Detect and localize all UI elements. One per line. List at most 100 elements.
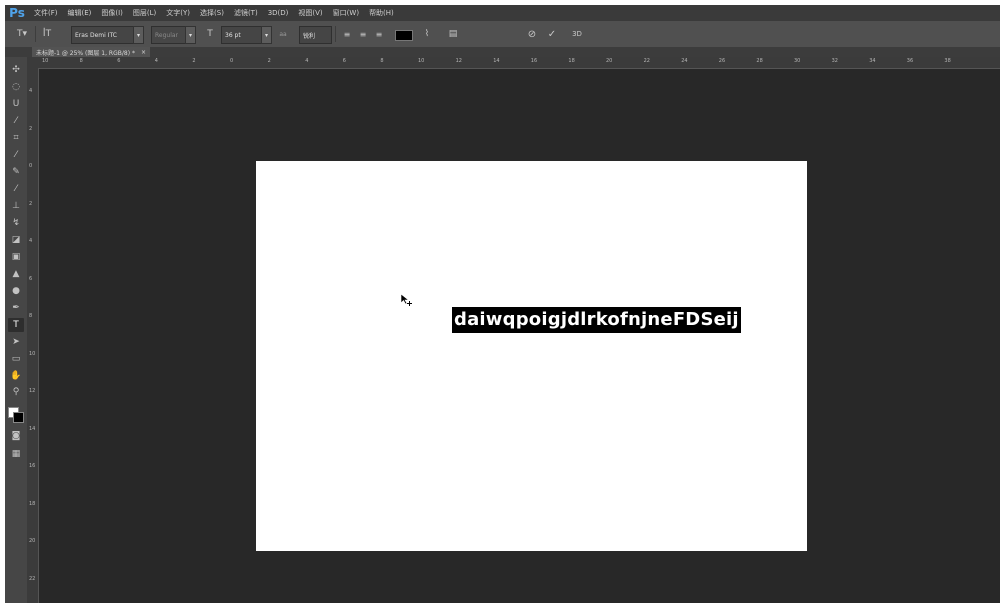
ruler-tick-label: 16 bbox=[530, 58, 538, 64]
font-style-field[interactable]: Regular bbox=[151, 26, 186, 44]
ruler-tick-label: 4 bbox=[305, 58, 309, 64]
gradient-tool-icon[interactable]: ▣ bbox=[8, 250, 24, 264]
ruler-tick-label: 16 bbox=[29, 463, 36, 469]
character-panel-icon[interactable]: ▤ bbox=[447, 26, 459, 42]
ruler-tick-label: 2 bbox=[267, 58, 271, 64]
ruler-tick-label: 12 bbox=[29, 388, 36, 394]
ruler-tick-label: 34 bbox=[869, 58, 876, 64]
marquee-tool-icon[interactable]: ◌ bbox=[8, 80, 24, 94]
ruler-tick-label: 24 bbox=[681, 58, 688, 64]
align-center-icon[interactable]: ≡ bbox=[357, 26, 369, 42]
ruler-tick-label: 8 bbox=[79, 58, 83, 64]
tools-panel: ✣ ◌ ᑌ ⁄ ⌗ ⁄ ✎ ⁄ ⊥ ↯ ◪ ▣ ▲ ● ✒ T ➤ ▭ ✋ ⚲ … bbox=[5, 57, 28, 603]
ruler-tick-label: 38 bbox=[944, 58, 951, 64]
align-right-icon[interactable]: ≡ bbox=[373, 26, 385, 42]
align-left-icon[interactable]: ≡ bbox=[341, 26, 353, 42]
document-tab-row: 未标题-1 @ 25% (图层 1, RGB/8) * × bbox=[5, 47, 1000, 57]
ruler-tick-label: 6 bbox=[29, 275, 33, 282]
ruler-tick-label: 0 bbox=[230, 58, 234, 64]
healing-brush-tool-icon[interactable]: ✎ bbox=[8, 165, 24, 179]
shape-tool-icon[interactable]: ▭ bbox=[8, 352, 24, 366]
crop-tool-icon[interactable]: ⌗ bbox=[8, 131, 24, 145]
menu-bar: Ps 文件(F) 编辑(E) 图像(I) 图层(L) 文字(Y) 选择(S) 滤… bbox=[5, 5, 1000, 21]
screen-mode-icon[interactable]: ▦ bbox=[8, 447, 24, 461]
ruler-tick-label: 8 bbox=[29, 313, 33, 319]
close-icon[interactable]: × bbox=[141, 49, 146, 56]
ruler-tick-label: 0 bbox=[29, 163, 33, 169]
menu-edit[interactable]: 编辑(E) bbox=[68, 8, 92, 18]
ruler-tick-label: 8 bbox=[380, 58, 384, 64]
ruler-tick-label: 10 bbox=[29, 350, 36, 357]
font-size-field[interactable]: 36 pt bbox=[221, 26, 262, 44]
zoom-tool-icon[interactable]: ⚲ bbox=[8, 385, 24, 399]
hand-tool-icon[interactable]: ✋ bbox=[8, 369, 24, 383]
ruler-origin[interactable] bbox=[27, 57, 38, 68]
ruler-tick-label: 2 bbox=[29, 125, 33, 132]
menu-file[interactable]: 文件(F) bbox=[34, 8, 58, 18]
menu-filter[interactable]: 滤镜(T) bbox=[234, 8, 258, 18]
clone-stamp-tool-icon[interactable]: ⊥ bbox=[8, 199, 24, 213]
ruler-tick-label: 20 bbox=[606, 58, 613, 64]
menu-window[interactable]: 窗口(W) bbox=[333, 8, 359, 18]
blur-tool-icon[interactable]: ▲ bbox=[8, 267, 24, 281]
ruler-tick-label: 10 bbox=[418, 58, 425, 64]
3d-button[interactable]: 3D bbox=[569, 26, 585, 42]
eyedropper-tool-icon[interactable]: ⁄ bbox=[8, 148, 24, 162]
font-style-dropdown-icon[interactable]: ▾ bbox=[185, 26, 196, 44]
lasso-tool-icon[interactable]: ᑌ bbox=[8, 97, 24, 111]
menu-layer[interactable]: 图层(L) bbox=[133, 8, 156, 18]
horizontal-ruler[interactable]: 10 8 6 4 2 0 2 4 6 8 10 12 14 16 18 20 22 24 26 28 30 32 34 36 3… bbox=[38, 57, 1000, 69]
quick-mask-icon[interactable]: ◙ bbox=[8, 429, 24, 443]
warp-text-icon[interactable]: ⌇ bbox=[421, 26, 433, 42]
document-tab[interactable]: 未标题-1 @ 25% (图层 1, RGB/8) * × bbox=[32, 47, 150, 57]
ruler-tick-label: 2 bbox=[192, 58, 196, 64]
document-canvas[interactable]: daiwqpoigjdlrkofnjneFDSeij bbox=[256, 161, 807, 551]
font-size-dropdown-icon[interactable]: ▾ bbox=[261, 26, 272, 44]
ruler-tick-label: 14 bbox=[493, 58, 500, 64]
cancel-icon[interactable]: ⊘ bbox=[525, 26, 539, 42]
brush-tool-icon[interactable]: ⁄ bbox=[8, 182, 24, 196]
ruler-tick-label: 4 bbox=[29, 238, 33, 244]
ruler-tick-label: 20 bbox=[29, 538, 36, 544]
menu-type[interactable]: 文字(Y) bbox=[166, 8, 190, 18]
quick-select-tool-icon[interactable]: ⁄ bbox=[8, 114, 24, 128]
move-tool-icon[interactable]: ✣ bbox=[8, 63, 24, 77]
menu-select[interactable]: 选择(S) bbox=[200, 8, 224, 18]
path-select-tool-icon[interactable]: ➤ bbox=[8, 335, 24, 349]
antialias-field[interactable]: 锐利 bbox=[299, 26, 332, 44]
ruler-tick-label: 18 bbox=[29, 500, 36, 507]
pen-tool-icon[interactable]: ✒ bbox=[8, 301, 24, 315]
ruler-tick-label: 14 bbox=[29, 425, 36, 432]
menu-help[interactable]: 帮助(H) bbox=[369, 8, 394, 18]
background-color-swatch[interactable] bbox=[13, 412, 24, 423]
font-family-dropdown-icon[interactable]: ▾ bbox=[133, 26, 144, 44]
move-cursor-icon bbox=[400, 293, 412, 306]
ruler-tick-label: 18 bbox=[568, 58, 575, 64]
ps-logo: Ps bbox=[9, 6, 25, 20]
menu-view[interactable]: 视图(V) bbox=[298, 8, 322, 18]
eraser-tool-icon[interactable]: ◪ bbox=[8, 233, 24, 247]
dodge-tool-icon[interactable]: ● bbox=[8, 284, 24, 298]
vertical-ruler[interactable]: 4 2 0 2 4 6 8 10 12 14 16 18 20 22 bbox=[27, 68, 39, 603]
type-tool-icon[interactable]: T▾ bbox=[13, 26, 31, 42]
selected-text-layer[interactable]: daiwqpoigjdlrkofnjneFDSeij bbox=[452, 307, 741, 333]
ruler-tick-label: 26 bbox=[718, 58, 726, 64]
ruler-tick-label: 6 bbox=[117, 58, 121, 64]
commit-icon[interactable]: ✓ bbox=[545, 26, 559, 42]
font-family-field[interactable]: Eras Demi ITC bbox=[71, 26, 134, 44]
text-color-swatch[interactable] bbox=[395, 30, 413, 41]
ruler-tick-label: 2 bbox=[29, 200, 33, 207]
ruler-tick-label: 12 bbox=[455, 58, 462, 64]
menu-image[interactable]: 图像(I) bbox=[101, 8, 123, 18]
menu-3d[interactable]: 3D(D) bbox=[268, 9, 289, 17]
ruler-tick-label: 28 bbox=[756, 58, 763, 64]
options-bar: T▾ ꟾT Eras Demi ITC ▾ Regular ▾ T 36 pt … bbox=[5, 21, 1000, 48]
history-brush-tool-icon[interactable]: ↯ bbox=[8, 216, 24, 230]
ruler-tick-label: 4 bbox=[29, 88, 33, 94]
type-tool-icon[interactable]: T bbox=[8, 318, 24, 332]
font-size-icon: T bbox=[207, 29, 213, 39]
photoshop-window: Ps 文件(F) 编辑(E) 图像(I) 图层(L) 文字(Y) 选择(S) 滤… bbox=[5, 5, 1000, 603]
document-tab-title: 未标题-1 @ 25% (图层 1, RGB/8) * bbox=[36, 49, 135, 57]
ruler-tick-label: 32 bbox=[831, 58, 838, 64]
text-orientation-icon[interactable]: ꟾT bbox=[39, 26, 55, 42]
